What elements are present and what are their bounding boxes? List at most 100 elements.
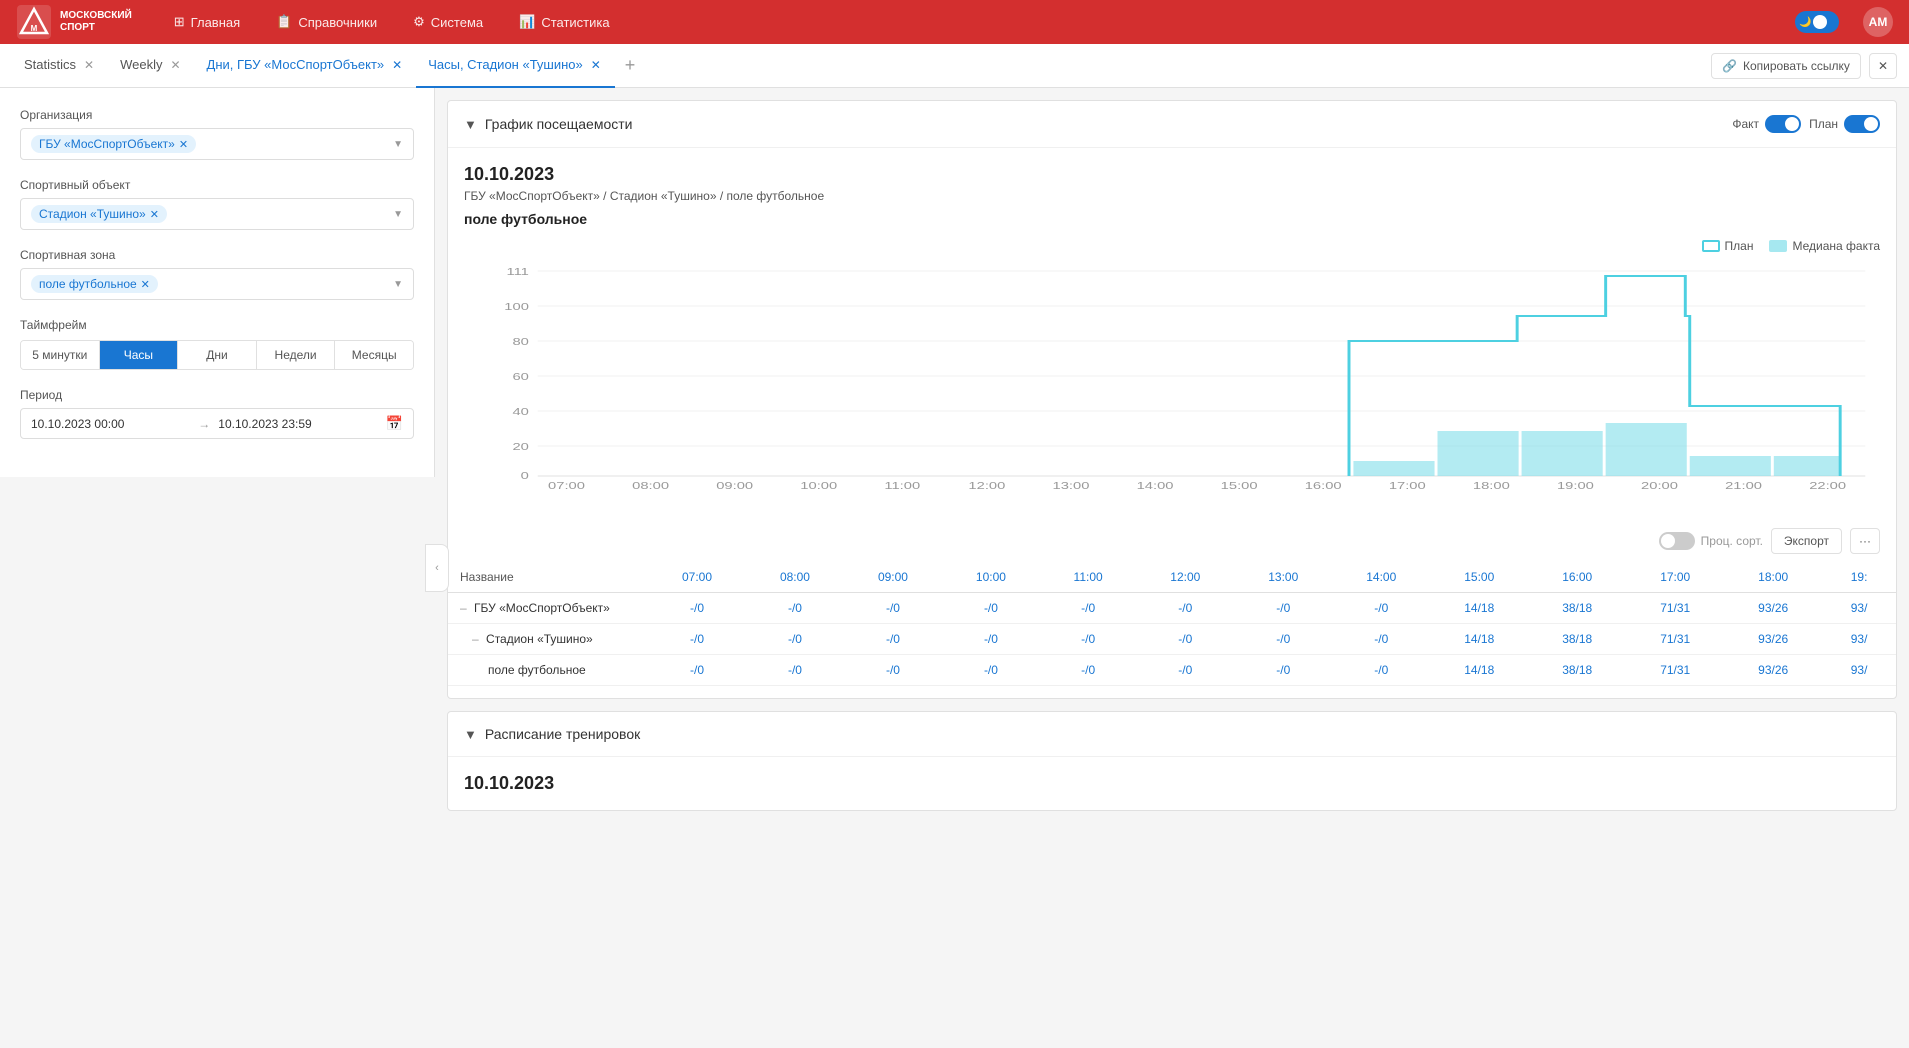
- col-1500[interactable]: 15:00: [1430, 562, 1528, 593]
- sport-obj-tag-remove[interactable]: ✕: [150, 208, 159, 221]
- col-1400[interactable]: 14:00: [1332, 562, 1430, 593]
- org-field: Организация ГБУ «МосСпортОбъект» ✕ ▼: [20, 108, 414, 160]
- home-icon: ⊞: [174, 14, 185, 30]
- svg-text:08:00: 08:00: [632, 480, 669, 491]
- more-button[interactable]: ···: [1850, 528, 1880, 554]
- svg-text:19:00: 19:00: [1557, 480, 1594, 491]
- sidebar-collapse[interactable]: ‹: [425, 544, 449, 592]
- svg-text:0: 0: [521, 470, 529, 481]
- sport-obj-select[interactable]: Стадион «Тушино» ✕ ▼: [20, 198, 414, 230]
- chart-date: 10.10.2023: [448, 148, 1896, 189]
- col-0700[interactable]: 07:00: [648, 562, 746, 593]
- tab-actions: 🔗 Копировать ссылку ✕: [1711, 53, 1897, 79]
- period-field: Период 10.10.2023 00:00 → 10.10.2023 23:…: [20, 388, 414, 439]
- legend-fact: Медиана факта: [1769, 239, 1880, 253]
- theme-toggle[interactable]: 🌙: [1795, 11, 1839, 33]
- timeframe-field: Таймфрейм 5 минутки Часы Дни Недели Меся…: [20, 318, 414, 370]
- schedule-collapse-icon[interactable]: ▼: [464, 727, 477, 742]
- chart-collapse-icon[interactable]: ▼: [464, 117, 477, 132]
- col-0800[interactable]: 08:00: [746, 562, 844, 593]
- stats-icon: 📊: [519, 14, 535, 30]
- legend-plan: План: [1702, 239, 1754, 253]
- col-1800[interactable]: 18:00: [1724, 562, 1822, 593]
- tab-hours[interactable]: Часы, Стадион «Тушино» ✕: [416, 44, 615, 88]
- col-name: Название: [448, 562, 648, 593]
- tf-5min[interactable]: 5 минутки: [21, 341, 100, 369]
- svg-text:14:00: 14:00: [1137, 480, 1174, 491]
- col-1200[interactable]: 12:00: [1136, 562, 1234, 593]
- col-1300[interactable]: 13:00: [1234, 562, 1332, 593]
- calendar-icon[interactable]: 📅: [386, 415, 403, 432]
- tab-bar: Statistics ✕ Weekly ✕ Дни, ГБУ «МосСпорт…: [0, 44, 1909, 88]
- svg-text:13:00: 13:00: [1053, 480, 1090, 491]
- org-tag-remove[interactable]: ✕: [179, 138, 188, 151]
- tab-add[interactable]: +: [615, 55, 646, 76]
- chart-card: ▼ График посещаемости Факт План: [447, 100, 1897, 699]
- avatar[interactable]: AM: [1863, 7, 1893, 37]
- plan-toggle-switch[interactable]: [1844, 115, 1880, 133]
- nav-directories[interactable]: 📋 Справочники: [270, 10, 383, 34]
- chart-wrapper: План Медиана факта: [448, 239, 1896, 520]
- expand-icon[interactable]: –: [472, 632, 479, 646]
- svg-text:20:00: 20:00: [1641, 480, 1678, 491]
- tab-statistics[interactable]: Statistics ✕: [12, 44, 108, 88]
- org-chevron: ▼: [393, 139, 403, 150]
- tf-hours[interactable]: Часы: [100, 341, 179, 369]
- org-select[interactable]: ГБУ «МосСпортОбъект» ✕ ▼: [20, 128, 414, 160]
- table-row: – Стадион «Тушино» -/0 -/0 -/0 -/0 -/0 -…: [448, 624, 1896, 655]
- col-1000[interactable]: 10:00: [942, 562, 1040, 593]
- tf-days[interactable]: Дни: [178, 341, 257, 369]
- svg-text:100: 100: [504, 301, 529, 312]
- nav-statistics[interactable]: 📊 Статистика: [513, 10, 615, 34]
- plan-toggle: План: [1809, 115, 1880, 133]
- fact-toggle: Факт: [1732, 115, 1801, 133]
- tf-weeks[interactable]: Недели: [257, 341, 336, 369]
- tab-close-hours[interactable]: ✕: [589, 56, 603, 74]
- period-row: 10.10.2023 00:00 → 10.10.2023 23:59 📅: [20, 408, 414, 439]
- export-button[interactable]: Экспорт: [1771, 528, 1842, 554]
- expand-icon[interactable]: –: [460, 601, 467, 615]
- col-1100[interactable]: 11:00: [1040, 562, 1136, 593]
- org-tag: ГБУ «МосСпортОбъект» ✕: [31, 135, 196, 153]
- svg-text:21:00: 21:00: [1725, 480, 1762, 491]
- nav-system[interactable]: ⚙ Система: [407, 10, 489, 34]
- svg-text:10:00: 10:00: [800, 480, 837, 491]
- nav-home[interactable]: ⊞ Главная: [168, 10, 246, 34]
- sport-zone-tag: поле футбольное ✕: [31, 275, 158, 293]
- chart-header-actions: Факт План: [1732, 115, 1880, 133]
- chart-zone-title: поле футбольное: [448, 207, 1896, 239]
- directory-icon: 📋: [276, 14, 292, 30]
- col-19[interactable]: 19:: [1822, 562, 1896, 593]
- content-area: ▼ График посещаемости Факт План: [435, 88, 1909, 1048]
- tab-weekly[interactable]: Weekly ✕: [108, 44, 194, 88]
- sport-zone-tag-remove[interactable]: ✕: [141, 278, 150, 291]
- sidebar-wrapper: Организация ГБУ «МосСпортОбъект» ✕ ▼ Спо…: [0, 88, 435, 1048]
- col-1700[interactable]: 17:00: [1626, 562, 1724, 593]
- proc-sort-switch[interactable]: [1659, 532, 1695, 550]
- fact-toggle-switch[interactable]: [1765, 115, 1801, 133]
- tab-close-weekly[interactable]: ✕: [168, 56, 182, 74]
- logo: М МОСКОВСКИЙ СПОРТ: [16, 4, 132, 40]
- tab-days[interactable]: Дни, ГБУ «МосСпортОбъект» ✕: [195, 44, 417, 88]
- svg-text:20: 20: [512, 441, 528, 452]
- chart-title: График посещаемости: [485, 116, 633, 132]
- table-row: – ГБУ «МосСпортОбъект» -/0 -/0 -/0 -/0 -…: [448, 593, 1896, 624]
- svg-text:12:00: 12:00: [968, 480, 1005, 491]
- tab-close-statistics[interactable]: ✕: [82, 56, 96, 74]
- logo-text: МОСКОВСКИЙ СПОРТ: [60, 10, 132, 34]
- svg-text:17:00: 17:00: [1389, 480, 1426, 491]
- close-panel-button[interactable]: ✕: [1869, 53, 1897, 79]
- sport-zone-select[interactable]: поле футбольное ✕ ▼: [20, 268, 414, 300]
- sport-obj-field: Спортивный объект Стадион «Тушино» ✕ ▼: [20, 178, 414, 230]
- col-1600[interactable]: 16:00: [1528, 562, 1626, 593]
- schedule-date: 10.10.2023: [448, 757, 1896, 810]
- chart-card-header: ▼ График посещаемости Факт План: [448, 101, 1896, 148]
- svg-text:18:00: 18:00: [1473, 480, 1510, 491]
- col-0900[interactable]: 09:00: [844, 562, 942, 593]
- copy-link-button[interactable]: 🔗 Копировать ссылку: [1711, 53, 1861, 79]
- timeframe-buttons: 5 минутки Часы Дни Недели Месяцы: [20, 340, 414, 370]
- tf-months[interactable]: Месяцы: [335, 341, 413, 369]
- svg-text:40: 40: [512, 406, 528, 417]
- svg-text:11:00: 11:00: [884, 480, 920, 491]
- tab-close-days[interactable]: ✕: [390, 56, 404, 74]
